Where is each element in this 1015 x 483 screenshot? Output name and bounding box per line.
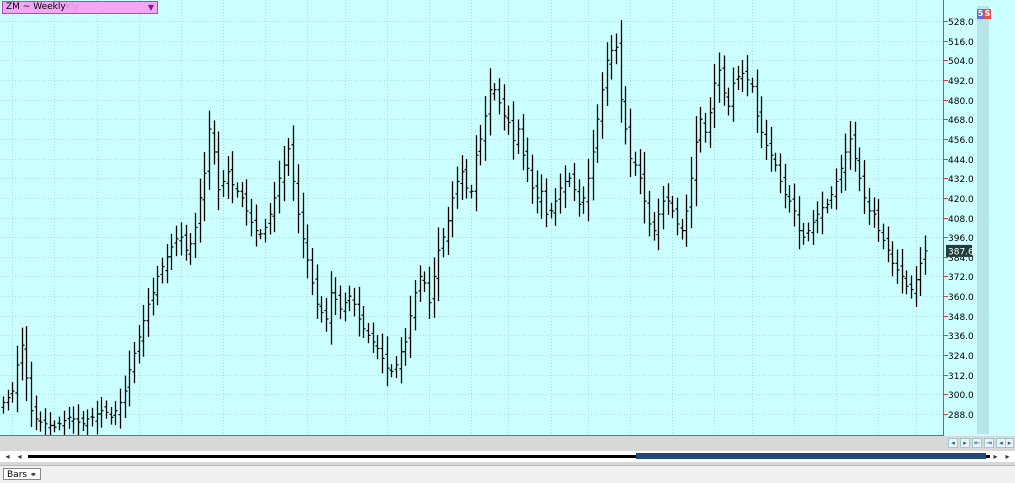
y-tick-label: 288.0 xyxy=(948,411,974,421)
y-tick-label: 300.0 xyxy=(948,391,974,401)
bottom-tab-bar: Bars ⚭ xyxy=(0,465,1015,483)
y-tick-label: 324.0 xyxy=(948,352,974,362)
symbol-label: ZM ~ Weekly xyxy=(6,2,66,12)
y-tick-label: 372.0 xyxy=(948,273,974,283)
bars-tab[interactable]: Bars ⚭ xyxy=(3,468,41,480)
y-tick-label: 432.0 xyxy=(948,175,974,185)
y-tick-label: 312.0 xyxy=(948,372,974,382)
chart-window: 528.0 516.0 504.0 492.0 480.0 468.0 456.0 444.0… xyxy=(0,0,1015,483)
y-tick-label: 360.0 xyxy=(948,293,974,303)
y-tick-label: 528.0 xyxy=(948,18,974,28)
nav-end-icon[interactable]: ⇥ xyxy=(984,438,994,448)
nav-start-icon[interactable]: ⇤ xyxy=(972,438,982,448)
symbol-selector[interactable]: ZM ~ Weeklykly ▼ xyxy=(2,1,158,14)
bars-tab-label: Bars xyxy=(7,470,28,480)
y-tick-label: 336.0 xyxy=(948,332,974,342)
y-tick-label: 468.0 xyxy=(948,116,974,126)
symbol-ghost-text: kly xyxy=(65,2,79,12)
time-nav-row: ◂ ▸ ⇤ ⇥ ◂ ▸ xyxy=(0,437,1015,449)
horizontal-scrollbar[interactable]: ◂ ◂ ▸ ▸ xyxy=(0,451,1015,462)
link-icon: ⚭ xyxy=(29,470,37,479)
y-tick-label: 492.0 xyxy=(948,77,974,87)
price-chart[interactable]: 528.0 516.0 504.0 492.0 480.0 468.0 456.0 444.0… xyxy=(0,0,1015,436)
y-tick-label: 504.0 xyxy=(948,57,974,67)
y-tick-label: 444.0 xyxy=(948,156,974,166)
y-tick-label: 420.0 xyxy=(948,195,974,205)
badge-right: S xyxy=(984,9,991,19)
last-price-tag: 387.6 xyxy=(946,244,974,257)
last-price-tag-label: 387.6 xyxy=(948,247,974,257)
y-tick-label: 480.0 xyxy=(948,97,974,107)
y-tick-label: 348.0 xyxy=(948,313,974,323)
nav-prev-icon[interactable]: ◂ xyxy=(948,438,958,448)
scroll-thumb[interactable] xyxy=(636,453,986,459)
y-tick-label: 408.0 xyxy=(948,215,974,225)
price-axis: 528.0 516.0 504.0 492.0 480.0 468.0 456.0 444.0… xyxy=(943,18,974,421)
scroll-left-icon[interactable]: ◂ xyxy=(15,452,24,461)
badge-left: 5 xyxy=(977,9,984,19)
y-tick-label: 456.0 xyxy=(948,136,974,146)
y-tick-label: 516.0 xyxy=(948,38,974,48)
plot-background xyxy=(0,0,1015,436)
zoom-in-icon[interactable]: ▸ xyxy=(1005,438,1014,448)
right-margin-strip xyxy=(977,6,989,434)
scroll-right-end-icon[interactable]: ▸ xyxy=(1003,452,1012,461)
study-badge[interactable]: 5S xyxy=(977,9,991,19)
scroll-left-end-icon[interactable]: ◂ xyxy=(3,452,12,461)
chevron-down-icon[interactable]: ▼ xyxy=(148,2,154,13)
scroll-right-icon[interactable]: ▸ xyxy=(991,452,1000,461)
y-tick-label: 396.0 xyxy=(948,234,974,244)
nav-next-icon[interactable]: ▸ xyxy=(960,438,970,448)
